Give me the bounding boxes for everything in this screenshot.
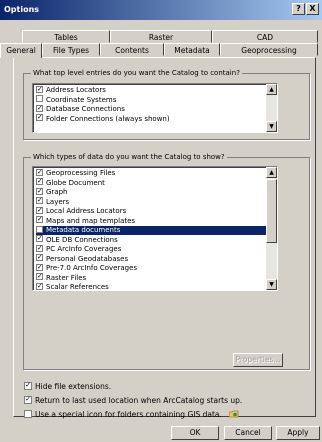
list-item[interactable]: ✓ Raster Files bbox=[36, 273, 87, 283]
cancel-button[interactable]: Cancel bbox=[224, 426, 272, 440]
options-dialog: Options ? X Tables Raster CAD General Fi… bbox=[0, 0, 322, 442]
list-item-label: Scalar References bbox=[46, 283, 109, 291]
hide-extensions-option[interactable]: ✓ Hide file extensions. bbox=[24, 382, 111, 391]
checkbox[interactable]: ✓ bbox=[36, 168, 43, 176]
tab-general[interactable]: General bbox=[0, 43, 42, 58]
list-item[interactable]: ✓ Pre-7.0 ArcInfo Coverages bbox=[36, 263, 138, 273]
checkbox[interactable] bbox=[36, 225, 43, 233]
list-item-label: Pre-7.0 ArcInfo Coverages bbox=[46, 264, 138, 272]
hide-extensions-label: Hide file extensions. bbox=[35, 382, 112, 391]
list-item-label: Layers bbox=[46, 197, 70, 206]
list-item-label: Raster Files bbox=[46, 273, 87, 282]
properties-button[interactable]: Properties... bbox=[233, 353, 283, 367]
special-icon-option[interactable]: Use a special icon for folders containin… bbox=[24, 410, 239, 419]
data-types-list[interactable]: ✓ Geoprocessing Files ✓ Globe Document ✓ Grap… bbox=[32, 166, 278, 291]
list-item-label: Folder Connections (always shown) bbox=[46, 114, 170, 123]
return-last-location-label: Return to last used location when ArcCat… bbox=[35, 396, 243, 405]
checkbox[interactable]: ✓ bbox=[36, 114, 43, 121]
list-item[interactable]: ✓ OLE DB Connections bbox=[36, 235, 118, 245]
checkbox[interactable]: ✓ bbox=[36, 235, 43, 242]
close-button[interactable]: X bbox=[306, 3, 319, 15]
checkbox[interactable]: ✓ bbox=[36, 273, 43, 280]
list-item[interactable]: Metadata documents bbox=[36, 225, 266, 235]
tab-metadata[interactable]: Metadata bbox=[164, 43, 220, 56]
checkbox[interactable]: ✓ bbox=[36, 197, 43, 204]
return-last-location-checkbox[interactable]: ✓ bbox=[24, 396, 32, 404]
checkbox[interactable]: ✓ bbox=[36, 178, 43, 185]
checkbox[interactable]: ✓ bbox=[36, 187, 43, 195]
list-item[interactable]: ✓ Geoprocessing Files bbox=[36, 168, 116, 178]
checkbox[interactable] bbox=[36, 95, 43, 102]
top-level-entries-label: What top level entries do you want the C… bbox=[31, 69, 242, 77]
gis-folder-icon bbox=[229, 410, 239, 418]
checkbox[interactable]: ✓ bbox=[36, 104, 43, 112]
window-title: Options bbox=[4, 5, 40, 14]
scroll-up-icon[interactable]: ▲ bbox=[266, 84, 277, 95]
list-item-label: Geoprocessing Files bbox=[46, 169, 116, 177]
help-button[interactable]: ? bbox=[292, 3, 305, 15]
list-item[interactable]: ✓ Maps and map templates bbox=[36, 216, 136, 226]
tab-contents[interactable]: Contents bbox=[100, 43, 164, 56]
checkbox[interactable]: ✓ bbox=[36, 244, 43, 252]
list-item[interactable]: ✓ Scalar References bbox=[36, 282, 109, 291]
list-item[interactable]: ✓ Globe Document bbox=[36, 178, 105, 188]
list-item[interactable]: ✓ Database Connections bbox=[36, 104, 125, 114]
title-bar[interactable]: Options ? X bbox=[0, 0, 322, 20]
list-item-label: Local Address Locators bbox=[46, 207, 127, 215]
data-types-label: Which types of data do you want the Cata… bbox=[31, 153, 227, 161]
return-last-location-option[interactable]: ✓ Return to last used location when ArcCa… bbox=[24, 396, 242, 405]
checkbox[interactable]: ✓ bbox=[36, 85, 43, 93]
list-item[interactable]: ✓ Local Address Locators bbox=[36, 206, 127, 216]
checkbox[interactable]: ✓ bbox=[36, 216, 43, 223]
scroll-thumb[interactable] bbox=[266, 179, 277, 243]
list-item-label: Graph bbox=[46, 188, 68, 196]
list-item[interactable]: Coordinate Systems bbox=[36, 95, 117, 105]
list-item-label: Personal Geodatabases bbox=[46, 254, 129, 263]
tab-geoprocessing[interactable]: Geoprocessing bbox=[220, 43, 318, 56]
apply-button[interactable]: Apply bbox=[276, 426, 320, 440]
top-list-scrollbar[interactable]: ▲ ▼ bbox=[266, 84, 277, 132]
hide-extensions-checkbox[interactable]: ✓ bbox=[24, 382, 32, 390]
checkbox[interactable]: ✓ bbox=[36, 282, 43, 290]
list-item[interactable]: ✓ Address Locators bbox=[36, 85, 106, 95]
tab-raster[interactable]: Raster bbox=[110, 30, 212, 43]
list-item[interactable]: ✓ Personal Geodatabases bbox=[36, 254, 129, 264]
special-icon-label: Use a special icon for folders containin… bbox=[35, 410, 222, 419]
scroll-down-icon[interactable]: ▼ bbox=[266, 279, 277, 290]
list-item[interactable]: ✓ PC ArcInfo Coverages bbox=[36, 244, 122, 254]
list-item-label: PC ArcInfo Coverages bbox=[46, 245, 122, 253]
list-item-label: Coordinate Systems bbox=[46, 95, 117, 104]
ok-button[interactable]: OK bbox=[171, 426, 219, 440]
special-icon-checkbox[interactable] bbox=[24, 410, 32, 418]
list-item-label: Database Connections bbox=[46, 105, 125, 113]
list-item-label: Metadata documents bbox=[46, 226, 121, 234]
list-item-label: Globe Document bbox=[46, 178, 105, 187]
tab-file-types[interactable]: File Types bbox=[42, 43, 100, 56]
top-level-entries-list[interactable]: ✓ Address Locators Coordinate Systems ✓ Data… bbox=[32, 83, 278, 133]
list-item-label: Address Locators bbox=[46, 86, 106, 94]
tab-tables[interactable]: Tables bbox=[22, 30, 110, 43]
list-item-label: Maps and map templates bbox=[46, 216, 136, 225]
checkbox[interactable]: ✓ bbox=[36, 263, 43, 271]
scroll-down-icon[interactable]: ▼ bbox=[266, 121, 277, 132]
list-item-label: OLE DB Connections bbox=[46, 235, 118, 244]
types-list-scrollbar[interactable]: ▲ ▼ bbox=[266, 167, 277, 290]
checkbox[interactable]: ✓ bbox=[36, 206, 43, 214]
tab-cad[interactable]: CAD bbox=[212, 30, 318, 43]
checkbox[interactable]: ✓ bbox=[36, 254, 43, 261]
scroll-up-icon[interactable]: ▲ bbox=[266, 167, 277, 178]
list-item[interactable]: ✓ Folder Connections (always shown) bbox=[36, 114, 170, 124]
